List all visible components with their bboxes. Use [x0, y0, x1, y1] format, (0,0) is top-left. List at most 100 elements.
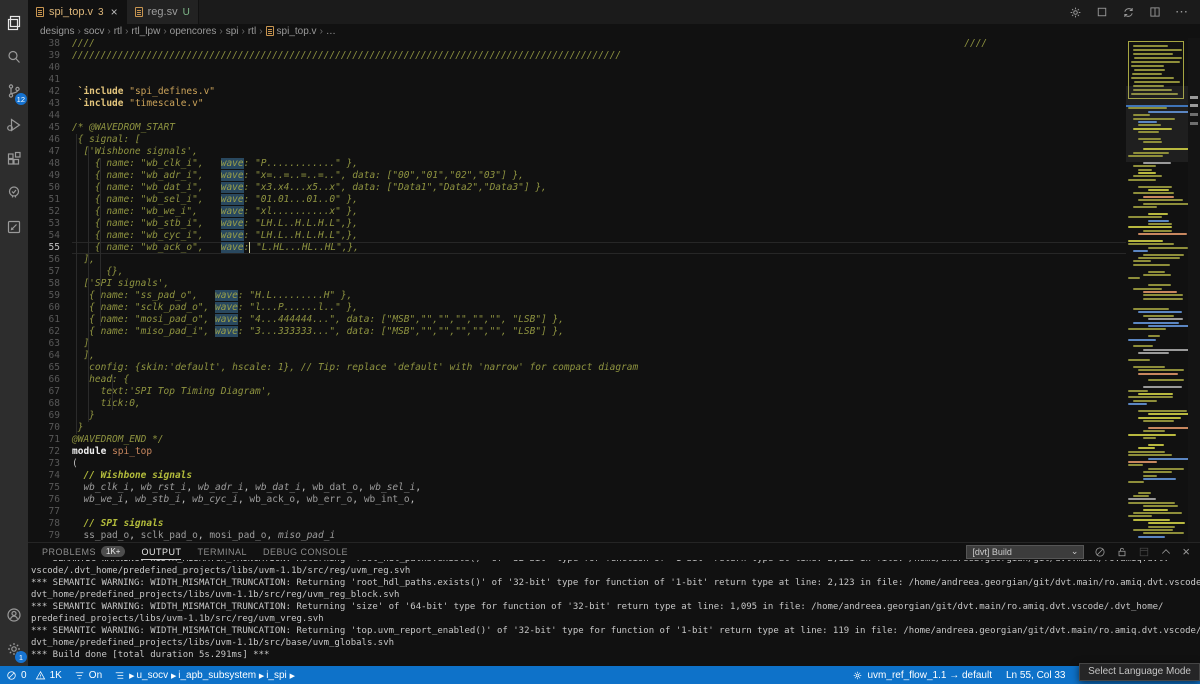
code-line-66[interactable]: head: { — [72, 374, 1126, 386]
dvt-edit-icon[interactable] — [0, 210, 28, 244]
search-icon[interactable] — [0, 40, 28, 74]
code-line-57[interactable]: {}, — [72, 266, 1126, 278]
open-in-editor-icon[interactable] — [1138, 546, 1150, 558]
close-icon[interactable]: × — [111, 6, 118, 18]
chevron-down-icon: ⌄ — [1071, 546, 1079, 557]
design-hierarchy[interactable]: ▶ u_socv ▶ i_apb_subsystem ▶ i_spi ▶ — [114, 670, 295, 681]
breadcrumb-item[interactable]: spi — [226, 26, 239, 37]
code-line-60[interactable]: { name: "sclk_pad_o", wave: "l...P......… — [72, 302, 1126, 314]
close-panel-icon[interactable]: × — [1182, 544, 1190, 559]
breadcrumb-item[interactable]: socv — [84, 26, 105, 37]
tab-output-label: OUTPUT — [141, 547, 181, 557]
extensions-icon[interactable] — [0, 142, 28, 176]
warning-count: 1K — [50, 670, 62, 681]
account-icon[interactable] — [0, 598, 28, 632]
cursor-position[interactable]: Ln 55, Col 33 — [1006, 670, 1066, 681]
code-area[interactable]: //// ///////////////////////////////////… — [70, 38, 1126, 542]
code-line-38[interactable]: //// //// — [72, 38, 1126, 50]
code-line-63[interactable]: ] — [72, 338, 1126, 350]
code-line-64[interactable]: ], — [72, 350, 1126, 362]
output-log[interactable]: *** SEMANTIC WARNING: WIDTH_MISMATCH_TRU… — [28, 560, 1200, 666]
code-line-65[interactable]: config: {skin:'default', hscale: 1}, // … — [72, 362, 1126, 374]
code-line-74[interactable]: // Wishbone signals — [72, 470, 1126, 482]
breadcrumb-item[interactable]: rtl — [248, 26, 256, 37]
code-line-75[interactable]: wb_clk_i, wb_rst_i, wb_adr_i, wb_dat_i, … — [72, 482, 1126, 494]
code-line-72[interactable]: module spi_top — [72, 446, 1126, 458]
tab-bar: spi_top.v3×reg.svU ⋯ — [28, 0, 1200, 24]
breadcrumb[interactable]: designs›socv›rtl›rtl_lpw›opencores›spi›r… — [28, 24, 1200, 38]
language-mode-tooltip: Select Language Mode — [1079, 663, 1200, 681]
overview-ruler[interactable] — [1188, 38, 1200, 542]
code-line-68[interactable]: tick:0, — [72, 398, 1126, 410]
settings-gear-icon[interactable]: 1 — [0, 632, 28, 666]
problems-status[interactable]: 0 1K — [6, 670, 62, 681]
filter-status[interactable]: On — [74, 670, 102, 681]
code-line-41[interactable] — [72, 74, 1126, 86]
tab-debug-console[interactable]: DEBUG CONSOLE — [263, 543, 348, 560]
sync-edit-icon[interactable] — [1122, 6, 1135, 19]
code-line-69[interactable]: } — [72, 410, 1126, 422]
tab-output[interactable]: OUTPUT — [141, 543, 181, 560]
app-window: 12 1 spi_top.v3×reg.svU — [0, 0, 1200, 666]
output-channel-select[interactable]: [dvt] Build ⌄ — [966, 545, 1084, 559]
run-debug-icon[interactable] — [0, 108, 28, 142]
flow-label: uvm_ref_flow_1.1 → default — [867, 670, 992, 681]
code-line-71[interactable]: @WAVEDROM_END */ — [72, 434, 1126, 446]
clear-output-icon[interactable] — [1094, 546, 1106, 558]
explorer-icon[interactable] — [0, 6, 28, 40]
code-line-39[interactable]: ////////////////////////////////////////… — [72, 50, 1126, 62]
code-line-42[interactable]: `include "spi_defines.v" — [72, 86, 1126, 98]
breadcrumb-file[interactable]: spi_top.v — [277, 26, 317, 37]
code-line-51[interactable]: { name: "wb_sel_i", wave: "01.01...01..0… — [72, 194, 1126, 206]
square-icon[interactable] — [1096, 6, 1108, 18]
editor-tab-spi_top.v[interactable]: spi_top.v3× — [28, 0, 127, 24]
minimap[interactable] — [1126, 38, 1188, 542]
file-icon — [36, 7, 44, 17]
code-line-67[interactable]: text:'SPI Top Timing Diagram', — [72, 386, 1126, 398]
editor-tab-reg.sv[interactable]: reg.svU — [127, 0, 199, 24]
lock-icon[interactable] — [1116, 546, 1128, 558]
maximize-panel-icon[interactable] — [1160, 546, 1172, 558]
line-number-gutter[interactable]: 3839404142434445464748495051525354555657… — [28, 38, 70, 542]
source-control-icon[interactable]: 12 — [0, 74, 28, 108]
breadcrumb-item[interactable]: opencores — [170, 26, 217, 37]
split-editor-icon[interactable] — [1149, 6, 1161, 18]
code-line-44[interactable] — [72, 110, 1126, 122]
code-line-61[interactable]: { name: "mosi_pad_o", wave: "4...444444.… — [72, 314, 1126, 326]
problems-badge: 1K+ — [101, 546, 125, 557]
code-line-48[interactable]: { name: "wb_clk_i", wave: "P............… — [72, 158, 1126, 170]
code-line-56[interactable]: ], — [72, 254, 1126, 266]
tab-terminal-label: TERMINAL — [197, 547, 247, 557]
code-line-62[interactable]: { name: "miso_pad_i", wave: "3...333333.… — [72, 326, 1126, 338]
code-line-49[interactable]: { name: "wb_adr_i", wave: "x=..=..=..=..… — [72, 170, 1126, 182]
code-line-76[interactable]: wb_we_i, wb_stb_i, wb_cyc_i, wb_ack_o, w… — [72, 494, 1126, 506]
panel-controls: [dvt] Build ⌄ × — [966, 544, 1200, 559]
code-line-52[interactable]: { name: "wb_we_i", wave: "xl..........x"… — [72, 206, 1126, 218]
code-line-79[interactable]: ss_pad_o, sclk_pad_o, mosi_pad_o, miso_p… — [72, 530, 1126, 542]
code-line-77[interactable] — [72, 506, 1126, 518]
code-line-50[interactable]: { name: "wb_dat_i", wave: "x3.x4...x5..x… — [72, 182, 1126, 194]
code-line-53[interactable]: { name: "wb_stb_i", wave: "LH.L..H.L.H.L… — [72, 218, 1126, 230]
activity-bar: 12 1 — [0, 0, 28, 666]
dvt-verify-icon[interactable] — [0, 176, 28, 210]
tab-problems[interactable]: PROBLEMS 1K+ — [42, 543, 125, 560]
code-line-78[interactable]: // SPI signals — [72, 518, 1126, 530]
breadcrumb-item[interactable]: designs — [40, 26, 74, 37]
code-line-45[interactable]: /* @WAVEDROM_START — [72, 122, 1126, 134]
code-line-43[interactable]: `include "timescale.v" — [72, 98, 1126, 110]
code-line-55[interactable]: { name: "wb_ack_o", wave: "L.HL...HL..HL… — [72, 242, 1126, 254]
flow-config[interactable]: uvm_ref_flow_1.1 → default — [852, 670, 992, 681]
code-line-73[interactable]: ( — [72, 458, 1126, 470]
code-line-70[interactable]: } — [72, 422, 1126, 434]
code-line-58[interactable]: ['SPI signals', — [72, 278, 1126, 290]
code-line-59[interactable]: { name: "ss_pad_o", wave: "H.L.........H… — [72, 290, 1126, 302]
code-line-54[interactable]: { name: "wb_cyc_i", wave: "LH.L..H.L.H.L… — [72, 230, 1126, 242]
more-actions-icon[interactable]: ⋯ — [1175, 4, 1188, 20]
breadcrumb-item[interactable]: rtl — [114, 26, 122, 37]
tab-terminal[interactable]: TERMINAL — [197, 543, 247, 560]
gear-icon[interactable] — [1069, 6, 1082, 19]
code-line-46[interactable]: { signal: [ — [72, 134, 1126, 146]
code-line-40[interactable] — [72, 62, 1126, 74]
breadcrumb-item[interactable]: rtl_lpw — [131, 26, 160, 37]
code-line-47[interactable]: ['Wishbone signals', — [72, 146, 1126, 158]
